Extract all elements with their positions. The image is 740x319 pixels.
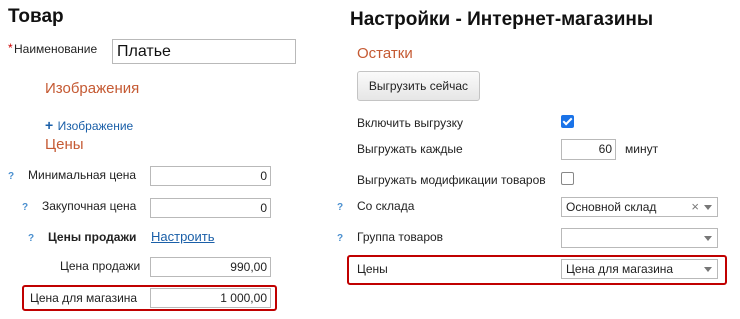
add-image-label: Изображение <box>57 119 134 133</box>
group-label: Группа товаров <box>357 230 444 244</box>
prices-label: Цены <box>357 262 388 276</box>
export-every-label: Выгружать каждые <box>357 142 463 156</box>
export-modifications-label: Выгружать модификации товаров <box>357 173 546 187</box>
export-every-unit: минут <box>625 142 659 156</box>
enable-export-label: Включить выгрузку <box>357 116 463 130</box>
settings-title: Настройки - Интернет-магазины <box>350 9 654 30</box>
help-icon[interactable]: ? <box>337 202 343 213</box>
required-marker: * <box>8 41 13 55</box>
clear-icon[interactable]: × <box>691 198 699 216</box>
chevron-down-icon[interactable] <box>704 236 712 241</box>
help-icon[interactable]: ? <box>28 233 34 244</box>
warehouse-select[interactable]: Основной склад × <box>561 197 718 217</box>
prices-select[interactable]: Цена для магазина <box>561 259 718 279</box>
shop-price-field[interactable]: 1 000,00 <box>150 288 271 308</box>
images-header: Изображения <box>45 80 140 97</box>
export-every-field[interactable]: 60 <box>561 139 616 160</box>
warehouse-value: Основной склад <box>566 200 657 214</box>
plus-icon: + <box>45 117 54 133</box>
sale-prices-label: Цены продажи <box>48 230 137 244</box>
help-icon[interactable]: ? <box>22 202 28 213</box>
chevron-down-icon[interactable] <box>704 267 712 272</box>
min-price-field[interactable]: 0 <box>150 166 271 186</box>
prices-header: Цены <box>45 136 84 153</box>
export-modifications-checkbox[interactable] <box>561 172 574 185</box>
help-icon[interactable]: ? <box>8 171 14 182</box>
configure-link[interactable]: Настроить <box>151 229 215 244</box>
name-field[interactable]: Платье <box>112 39 296 64</box>
prices-value: Цена для магазина <box>566 262 674 276</box>
group-select[interactable] <box>561 228 718 248</box>
help-icon[interactable]: ? <box>337 233 343 244</box>
chevron-down-icon[interactable] <box>704 205 712 210</box>
product-title: Товар <box>8 6 64 27</box>
warehouse-label: Со склада <box>357 199 415 213</box>
enable-export-checkbox[interactable] <box>561 115 574 128</box>
export-now-button[interactable]: Выгрузить сейчас <box>357 71 480 101</box>
purchase-price-label: Закупочная цена <box>42 199 137 213</box>
sale-price-label: Цена продажи <box>60 259 141 273</box>
purchase-price-field[interactable]: 0 <box>150 198 271 218</box>
shop-price-label: Цена для магазина <box>30 291 138 305</box>
name-label: Наименование <box>14 42 98 56</box>
add-image-link[interactable]: + Изображение <box>45 117 133 135</box>
min-price-label: Минимальная цена <box>28 168 137 182</box>
stock-header: Остатки <box>357 45 413 62</box>
sale-price-field[interactable]: 990,00 <box>150 257 271 277</box>
